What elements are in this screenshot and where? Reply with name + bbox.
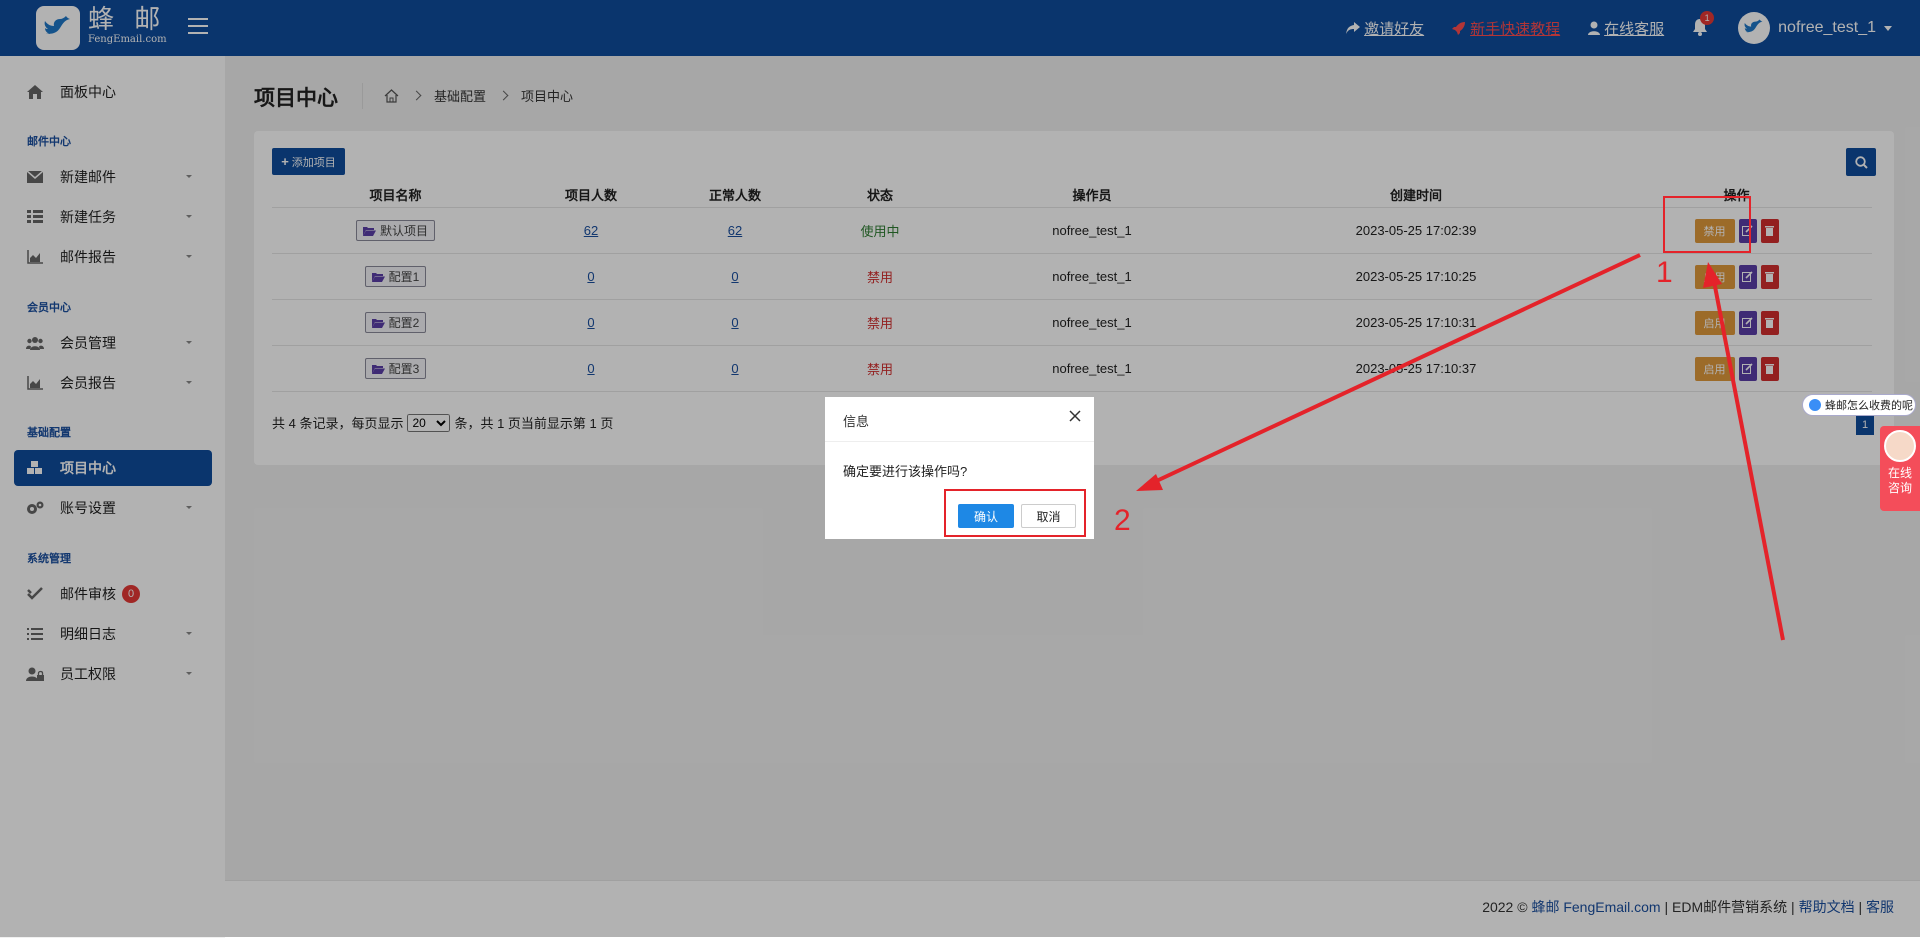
online-consult-label: 在线咨询 [1887, 466, 1912, 495]
dialog-title: 信息 [843, 414, 870, 429]
chat-question-pill[interactable]: 蜂邮怎么收费的呢 [1802, 394, 1916, 416]
dialog-message: 确定要进行该操作吗? [843, 464, 968, 479]
confirm-button[interactable]: 确认 [958, 504, 1014, 528]
dialog-divider [825, 441, 1094, 442]
annotation-step-1: 1 [1656, 256, 1673, 289]
cancel-button[interactable]: 取消 [1021, 504, 1076, 528]
chat-bubble-icon [1809, 399, 1821, 411]
online-consult-widget[interactable]: 在线咨询 [1880, 426, 1920, 511]
confirm-dialog: 信息 确定要进行该操作吗? 确认 取消 [825, 397, 1094, 539]
agent-avatar [1884, 430, 1916, 462]
chat-question-text: 蜂邮怎么收费的呢 [1825, 400, 1913, 412]
annotation-step-2: 2 [1114, 504, 1131, 537]
close-icon[interactable] [1068, 409, 1082, 423]
